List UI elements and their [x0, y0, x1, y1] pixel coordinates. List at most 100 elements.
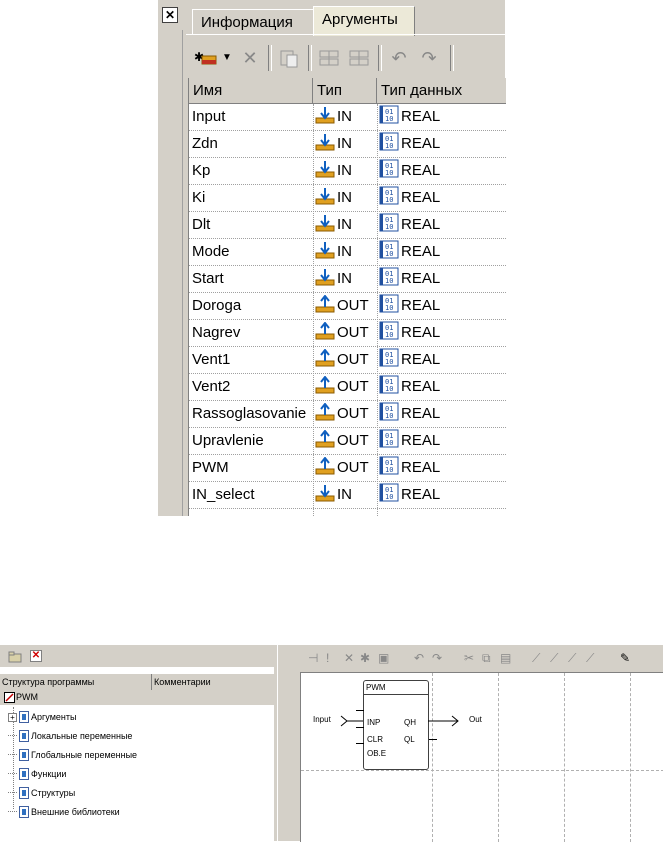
- argument-datatype[interactable]: 01 10 REAL: [379, 185, 506, 211]
- argument-datatype[interactable]: 01 10 REAL: [379, 158, 506, 184]
- argument-datatype[interactable]: 01 10 REAL: [379, 401, 506, 427]
- table-row[interactable]: PWM OUT 01 10 REAL: [189, 455, 506, 482]
- argument-direction[interactable]: IN: [315, 185, 377, 211]
- argument-datatype[interactable]: 01 10 REAL: [379, 455, 506, 481]
- add-argument-icon[interactable]: ✱: [192, 47, 220, 69]
- paste-icon[interactable]: ▣: [378, 651, 389, 665]
- argument-datatype[interactable]: 01 10 REAL: [379, 320, 506, 346]
- move-up-icon[interactable]: [316, 47, 342, 69]
- argument-name[interactable]: Start: [192, 266, 313, 292]
- align-icon[interactable]: ⟋: [550, 651, 558, 666]
- argument-direction[interactable]: IN: [315, 266, 377, 292]
- compile-icon[interactable]: ✎: [620, 651, 630, 665]
- argument-datatype[interactable]: 01 10 REAL: [379, 347, 506, 373]
- table-row[interactable]: IN_select IN 01 10 REAL: [189, 482, 506, 509]
- table-row[interactable]: Upravlenie OUT 01 10 REAL: [189, 428, 506, 455]
- argument-direction[interactable]: OUT: [315, 428, 377, 454]
- table-row[interactable]: Doroga OUT 01 10 REAL: [189, 293, 506, 320]
- argument-name[interactable]: Input: [192, 104, 313, 130]
- delete-icon[interactable]: ✕: [344, 651, 354, 665]
- argument-direction[interactable]: IN: [315, 239, 377, 265]
- paste-icon[interactable]: [276, 47, 302, 69]
- column-header-type[interactable]: Тип: [313, 78, 377, 104]
- output-variable-label[interactable]: Out: [469, 715, 482, 724]
- argument-direction[interactable]: OUT: [315, 293, 377, 319]
- argument-name[interactable]: Vent1: [192, 347, 313, 373]
- argument-name[interactable]: Upravlenie: [192, 428, 313, 454]
- table-row[interactable]: Input IN 01 10 REAL: [189, 104, 506, 131]
- argument-name[interactable]: Ki: [192, 185, 313, 211]
- align-icon[interactable]: ⟋: [568, 651, 576, 666]
- argument-direction[interactable]: IN: [315, 131, 377, 157]
- argument-datatype[interactable]: 01 10 REAL: [379, 131, 506, 157]
- copy-icon[interactable]: ⧉: [482, 651, 491, 666]
- argument-name[interactable]: Vent2: [192, 374, 313, 400]
- argument-datatype[interactable]: 01 10 REAL: [379, 212, 506, 238]
- function-block[interactable]: PWM INP CLR OB.E QH QL: [356, 680, 437, 770]
- add-icon[interactable]: ✱: [360, 651, 370, 665]
- argument-direction[interactable]: IN: [315, 158, 377, 184]
- delete-icon[interactable]: ✕: [238, 47, 262, 69]
- align-icon[interactable]: ⟋: [586, 651, 594, 666]
- argument-datatype[interactable]: 01 10 REAL: [379, 482, 506, 508]
- argument-name[interactable]: Doroga: [192, 293, 313, 319]
- table-row[interactable]: Ki IN 01 10 REAL: [189, 185, 506, 212]
- argument-name[interactable]: Kp: [192, 158, 313, 184]
- column-header-name[interactable]: Имя: [189, 78, 313, 104]
- table-row[interactable]: Zdn IN 01 10 REAL: [189, 131, 506, 158]
- argument-direction[interactable]: OUT: [315, 374, 377, 400]
- move-down-icon[interactable]: [346, 47, 372, 69]
- diagram-canvas[interactable]: Input PWM INP CLR OB.E QH QL Out: [300, 672, 663, 842]
- argument-datatype[interactable]: 01 10 REAL: [379, 428, 506, 454]
- argument-datatype[interactable]: 01 10 REAL: [379, 104, 506, 130]
- align-icon[interactable]: ⟋: [532, 651, 540, 666]
- input-pin-icon[interactable]: ⊣: [308, 651, 318, 665]
- table-row[interactable]: Vent1 OUT 01 10 REAL: [189, 347, 506, 374]
- argument-direction[interactable]: IN: [315, 104, 377, 130]
- redo-icon[interactable]: ↷: [432, 651, 442, 665]
- expand-icon[interactable]: +: [8, 713, 17, 722]
- argument-direction[interactable]: IN: [315, 212, 377, 238]
- undo-icon[interactable]: ↶: [414, 651, 424, 665]
- argument-direction[interactable]: IN: [315, 482, 377, 508]
- tree-item[interactable]: Структуры: [8, 784, 75, 802]
- argument-name[interactable]: Rassoglasovanie: [192, 401, 313, 427]
- table-row[interactable]: Dlt IN 01 10 REAL: [189, 212, 506, 239]
- argument-name[interactable]: IN_select: [192, 482, 313, 508]
- argument-datatype[interactable]: 01 10 REAL: [379, 374, 506, 400]
- table-row[interactable]: Vent2 OUT 01 10 REAL: [189, 374, 506, 401]
- undo-icon[interactable]: ↶: [386, 47, 412, 69]
- table-row[interactable]: Kp IN 01 10 REAL: [189, 158, 506, 185]
- tree-item[interactable]: Внешние библиотеки: [8, 803, 120, 821]
- argument-datatype[interactable]: 01 10 REAL: [379, 293, 506, 319]
- tab-information[interactable]: Информация: [192, 9, 314, 34]
- redo-icon[interactable]: ↷: [416, 47, 442, 69]
- argument-direction[interactable]: OUT: [315, 320, 377, 346]
- column-header-comments[interactable]: Комментарии: [152, 674, 274, 690]
- argument-direction[interactable]: OUT: [315, 347, 377, 373]
- table-row[interactable]: Mode IN 01 10 REAL: [189, 239, 506, 266]
- paste-icon[interactable]: ▤: [500, 651, 511, 665]
- column-header-datatype[interactable]: Тип данных: [377, 78, 506, 104]
- argument-name[interactable]: Dlt: [192, 212, 313, 238]
- tree-item[interactable]: + Аргументы: [8, 708, 76, 726]
- argument-datatype[interactable]: 01 10 REAL: [379, 239, 506, 265]
- output-pin-icon[interactable]: !: [326, 651, 329, 665]
- argument-name[interactable]: Nagrev: [192, 320, 313, 346]
- cut-icon[interactable]: ✂: [464, 651, 474, 665]
- folder-icon[interactable]: [8, 650, 22, 663]
- argument-datatype[interactable]: 01 10 REAL: [379, 266, 506, 292]
- argument-direction[interactable]: OUT: [315, 401, 377, 427]
- input-variable-label[interactable]: Input: [313, 715, 331, 724]
- column-header-structure[interactable]: Структура программы: [0, 674, 152, 690]
- argument-name[interactable]: PWM: [192, 455, 313, 481]
- argument-name[interactable]: Zdn: [192, 131, 313, 157]
- table-row[interactable]: Rassoglasovanie OUT 01 10 REAL: [189, 401, 506, 428]
- delete-icon[interactable]: ✕: [30, 650, 42, 662]
- tree-root[interactable]: PWM: [0, 690, 274, 705]
- table-row[interactable]: Nagrev OUT 01 10 REAL: [189, 320, 506, 347]
- tree-item[interactable]: Функции: [8, 765, 66, 783]
- tab-arguments[interactable]: Аргументы: [313, 6, 415, 36]
- chevron-down-icon[interactable]: ▼: [221, 47, 233, 69]
- tree-item[interactable]: Локальные переменные: [8, 727, 132, 745]
